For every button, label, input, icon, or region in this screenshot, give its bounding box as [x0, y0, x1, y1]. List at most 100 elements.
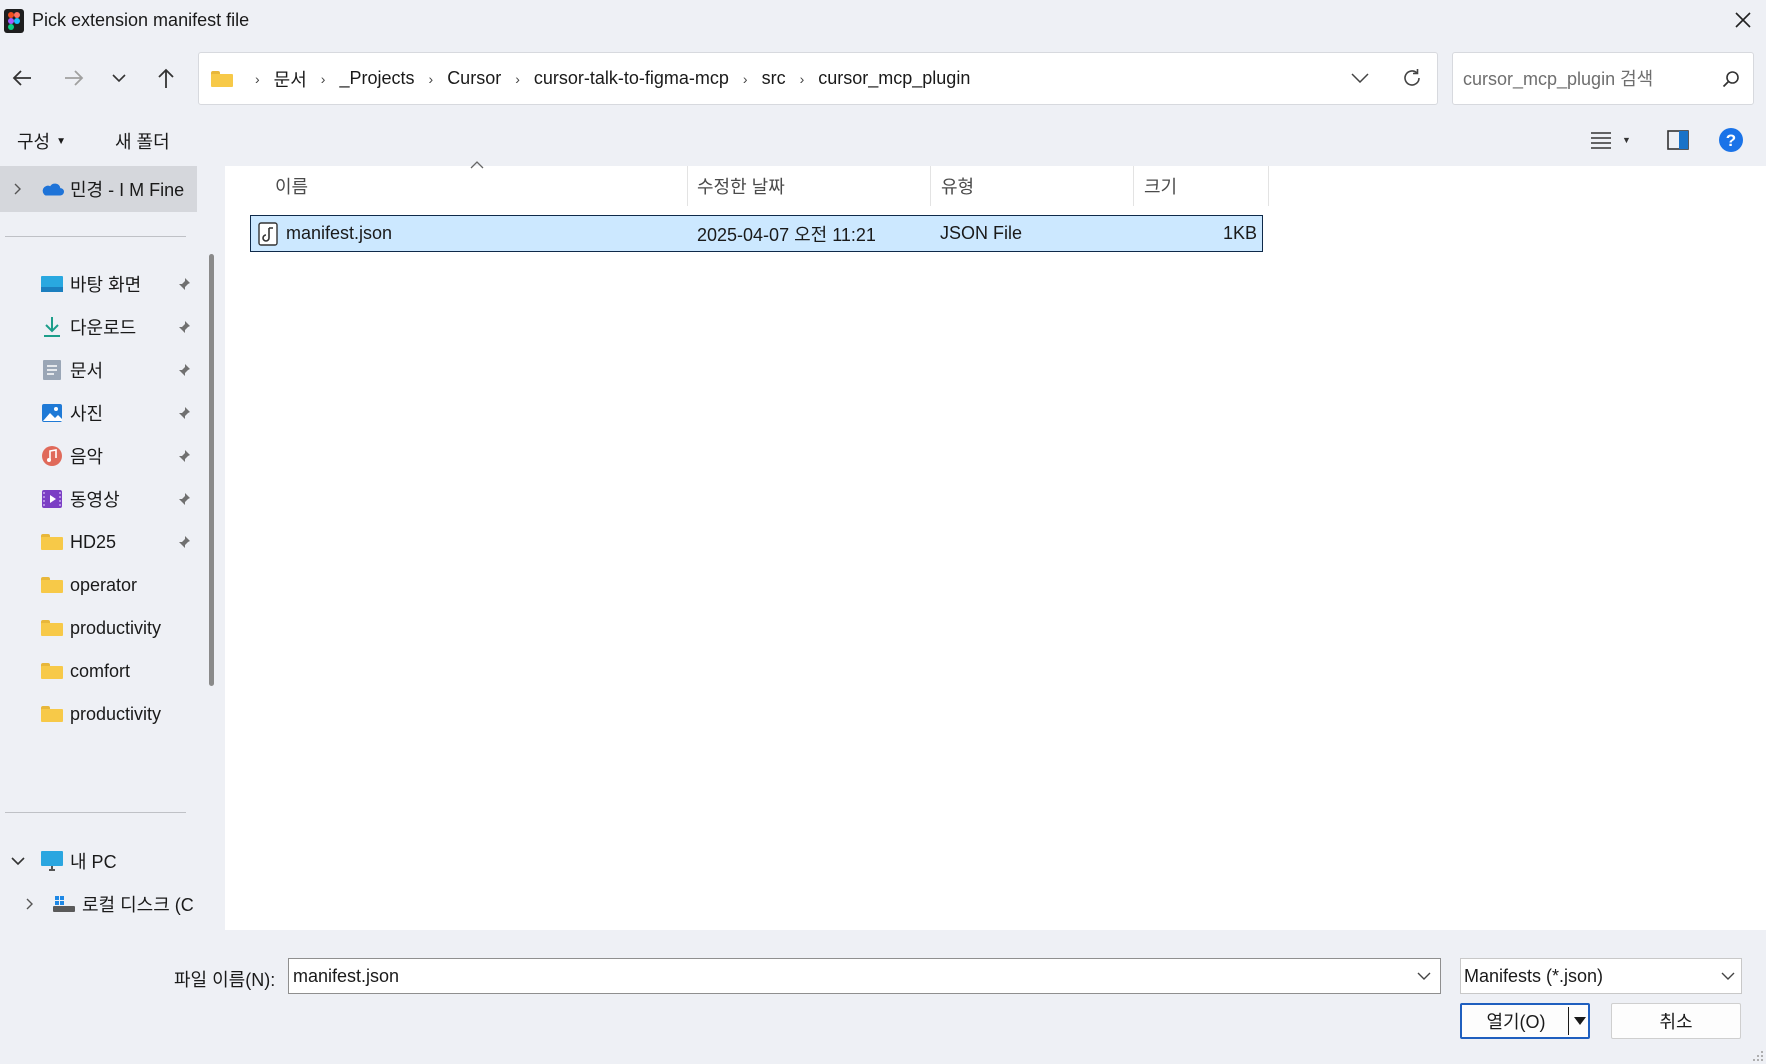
sidebar-item-comfort[interactable]: comfort [0, 649, 198, 693]
close-icon [1735, 12, 1751, 28]
chevron-down-icon[interactable] [10, 853, 26, 869]
sidebar-item-hd25[interactable]: HD25 [0, 520, 198, 564]
breadcrumb-cursor[interactable]: Cursor [445, 68, 503, 89]
list-view-icon [1591, 132, 1611, 149]
column-header-size[interactable]: 크기 [1144, 166, 1177, 206]
pin-icon[interactable] [176, 276, 192, 292]
breadcrumb-cursor-mcp-plugin[interactable]: cursor_mcp_plugin [816, 68, 972, 89]
caret-down-icon: ▼ [1622, 135, 1631, 145]
resize-grip-icon[interactable] [1752, 1050, 1764, 1062]
breadcrumb-documents[interactable]: 문서 [272, 66, 309, 92]
sidebar-item-label: 로컬 디스크 (C [82, 895, 194, 915]
folder-icon [40, 530, 64, 554]
sidebar-item-onedrive[interactable]: 민경 - I M Fine [0, 167, 198, 211]
sidebar-item-this-pc[interactable]: 내 PC [0, 839, 198, 883]
help-icon: ? [1719, 128, 1743, 152]
sidebar-scrollbar-thumb[interactable] [209, 254, 214, 686]
column-divider[interactable] [930, 166, 931, 206]
back-button[interactable] [4, 60, 40, 96]
sidebar-item-desktop[interactable]: 바탕 화면 [0, 262, 198, 306]
chevron-right-icon: › [799, 70, 805, 87]
refresh-button[interactable] [1397, 63, 1427, 93]
filename-input[interactable] [293, 963, 1403, 989]
chevron-down-icon [1351, 73, 1369, 83]
file-type: JSON File [940, 223, 1023, 243]
sidebar-item-local-disk[interactable]: 로컬 디스크 (C [0, 882, 198, 926]
refresh-icon [1404, 69, 1420, 86]
chevron-right-icon[interactable] [10, 181, 26, 197]
filename-combobox[interactable] [288, 958, 1441, 994]
preview-pane-button[interactable] [1667, 126, 1689, 154]
filename-dropdown-button[interactable] [1413, 965, 1435, 987]
breadcrumb-src[interactable]: src [760, 68, 788, 89]
column-header-type[interactable]: 유형 [941, 166, 974, 206]
help-button[interactable]: ? [1718, 126, 1744, 154]
search-box[interactable] [1452, 52, 1754, 105]
title-bar: Pick extension manifest file [0, 0, 1766, 40]
sidebar-item-music[interactable]: 음악 [0, 434, 198, 478]
organize-button[interactable]: 구성 ▼ [17, 128, 66, 154]
breadcrumb-projects[interactable]: _Projects [337, 68, 416, 89]
chevron-right-icon: › [515, 70, 520, 87]
address-bar[interactable]: › 문서 › _Projects › Cursor › cursor-talk-… [198, 52, 1438, 105]
open-options-dropdown[interactable] [1572, 1011, 1588, 1031]
column-divider[interactable] [1268, 166, 1269, 206]
up-button[interactable] [148, 60, 184, 96]
sidebar-item-downloads[interactable]: 다운로드 [0, 305, 198, 349]
forward-button[interactable] [56, 60, 92, 96]
breadcrumb-cursor-talk-to-figma-mcp[interactable]: cursor-talk-to-figma-mcp [532, 68, 731, 89]
chevron-right-icon[interactable] [22, 896, 38, 912]
sidebar-item-pictures[interactable]: 사진 [0, 391, 198, 435]
file-list [226, 166, 1766, 930]
pin-icon[interactable] [176, 534, 192, 550]
column-header-modified[interactable]: 수정한 날짜 [697, 166, 785, 206]
pin-icon[interactable] [176, 491, 192, 507]
column-divider[interactable] [1133, 166, 1134, 206]
json-file-icon [257, 216, 279, 251]
caret-down-icon: ▼ [56, 135, 67, 147]
search-input[interactable] [1463, 65, 1703, 93]
filetype-select[interactable]: Manifests (*.json) [1460, 958, 1742, 994]
folder-icon [211, 70, 233, 87]
recent-locations-button[interactable] [101, 60, 137, 96]
cancel-button[interactable]: 취소 [1611, 1003, 1741, 1039]
pictures-icon [40, 401, 64, 425]
column-divider[interactable] [687, 166, 688, 206]
videos-icon [40, 487, 64, 511]
sidebar-item-operator[interactable]: operator [0, 563, 198, 607]
address-history-dropdown[interactable] [1345, 63, 1375, 93]
window-title: Pick extension manifest file [32, 10, 250, 30]
search-icon[interactable] [1717, 65, 1745, 93]
new-folder-label: 새 폴더 [115, 132, 170, 152]
new-folder-button[interactable]: 새 폴더 [115, 128, 170, 154]
open-button[interactable]: 열기(O) [1460, 1003, 1590, 1039]
column-header-label: 이름 [275, 177, 309, 197]
sidebar-item-videos[interactable]: 동영상 [0, 477, 198, 521]
close-button[interactable] [1726, 6, 1760, 34]
sidebar-item-productivity[interactable]: productivity [0, 606, 198, 650]
sidebar-item-productivity-2[interactable]: productivity [0, 692, 198, 736]
pin-icon[interactable] [176, 448, 192, 464]
sidebar-item-label: 바탕 화면 [70, 275, 142, 295]
folder-icon [40, 616, 64, 640]
pin-icon[interactable] [176, 362, 192, 378]
folder-icon [40, 573, 64, 597]
breadcrumb: › 문서 › _Projects › Cursor › cursor-talk-… [211, 53, 972, 104]
pin-icon[interactable] [176, 319, 192, 335]
pin-icon[interactable] [176, 405, 192, 421]
onedrive-cloud-icon [40, 177, 64, 201]
table-row[interactable]: manifest.json 2025-04-07 오전 11:21 JSON F… [250, 215, 1263, 252]
documents-icon [40, 358, 64, 382]
chevron-down-icon [1721, 972, 1735, 980]
file-name: manifest.json [286, 223, 393, 243]
open-button-label: 열기(O) [1486, 1012, 1546, 1032]
filetype-value: Manifests (*.json) [1464, 965, 1604, 986]
file-picker-dialog: Pick extension manifest file › 문서 › _Pro… [0, 0, 1766, 1064]
music-icon [40, 444, 64, 468]
column-header-label: 크기 [1144, 177, 1178, 197]
filetype-dropdown-button[interactable] [1717, 965, 1739, 987]
computer-icon [40, 849, 64, 873]
column-header-name[interactable]: 이름 [275, 166, 308, 206]
sidebar-item-documents[interactable]: 문서 [0, 348, 198, 392]
change-view-button[interactable]: ▼ [1590, 126, 1631, 154]
